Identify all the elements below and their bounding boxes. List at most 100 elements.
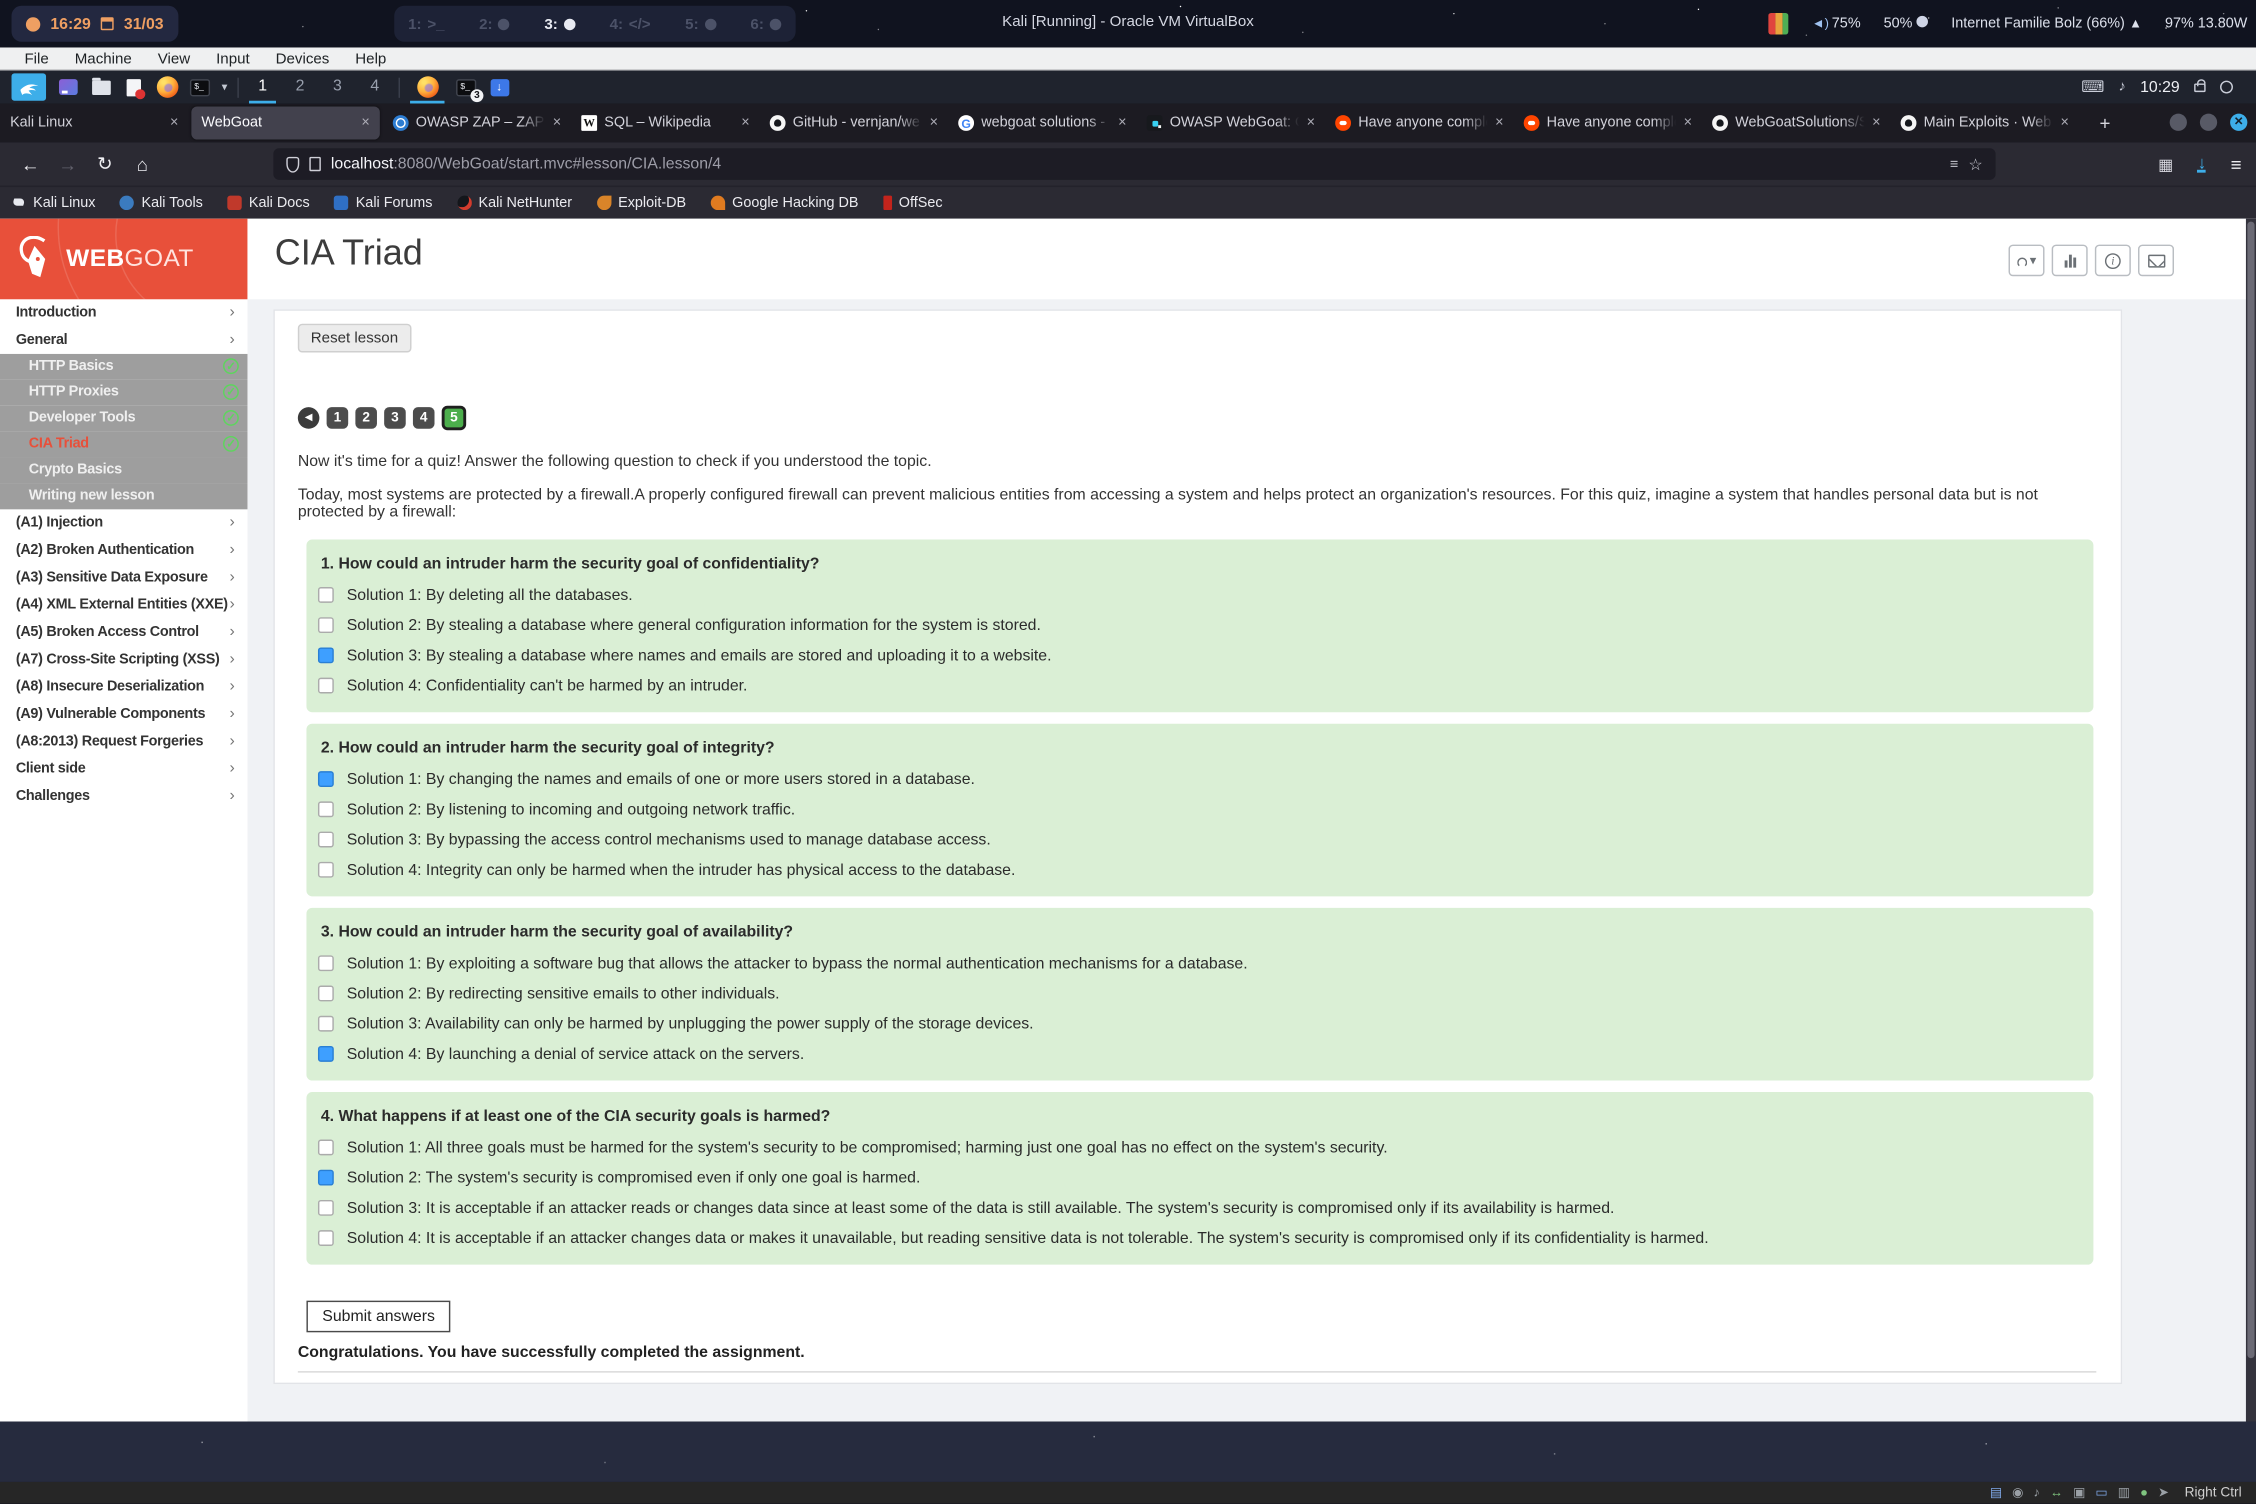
contact-button[interactable]: [2138, 245, 2174, 277]
reset-lesson-button[interactable]: Reset lesson: [298, 324, 411, 353]
answer-option[interactable]: Solution 2: The system's security is com…: [318, 1170, 2079, 1186]
page-scrollbar[interactable]: [2246, 219, 2256, 1422]
browser-tab[interactable]: OWASP WebGoat: G×: [1137, 104, 1325, 143]
sidebar-item-a4-xml-external-entities-xxe[interactable]: (A4) XML External Entities (XXE)›: [0, 591, 247, 618]
url-text[interactable]: localhost:8080/WebGoat/start.mvc#lesson/…: [331, 155, 1940, 172]
network-status[interactable]: Internet Familie Bolz (66%)▲: [1951, 16, 2142, 32]
text-editor-icon[interactable]: [122, 76, 145, 99]
sidebar-item-a7-cross-site-scripting-xss[interactable]: (A7) Cross-Site Scripting (XSS)›: [0, 646, 247, 673]
menu-file[interactable]: File: [12, 50, 62, 67]
sidebar-item-challenges[interactable]: Challenges›: [0, 783, 247, 810]
page-info-icon[interactable]: [309, 157, 321, 171]
answer-option[interactable]: Solution 3: Availability can only be har…: [318, 1016, 2079, 1032]
lesson-page-5[interactable]: 5: [442, 406, 466, 430]
bookmark-kali[interactable]: Kali Linux: [12, 195, 96, 211]
user-menu-button[interactable]: ▾: [2009, 245, 2045, 277]
firefox-running-icon[interactable]: [410, 71, 445, 104]
sidebar-item-http-proxies[interactable]: HTTP Proxies✓: [0, 380, 247, 406]
sidebar-item-a3-sensitive-data-exposure[interactable]: (A3) Sensitive Data Exposure›: [0, 564, 247, 591]
answer-option[interactable]: Solution 1: By deleting all the database…: [318, 587, 2079, 603]
sidebar-item-crypto-basics[interactable]: Crypto Basics: [0, 458, 247, 484]
answer-checkbox[interactable]: [318, 832, 334, 848]
answer-checkbox-checked[interactable]: [318, 771, 334, 787]
tab-close-icon[interactable]: ×: [1495, 115, 1503, 131]
answer-option[interactable]: Solution 4: By launching a denial of ser…: [318, 1046, 2079, 1062]
power-icon[interactable]: [2220, 81, 2233, 94]
answer-checkbox[interactable]: [318, 1200, 334, 1216]
answer-checkbox[interactable]: [318, 801, 334, 817]
scoreboard-button[interactable]: [2052, 245, 2088, 277]
answer-checkbox[interactable]: [318, 617, 334, 633]
bookmark-kalidocs[interactable]: Kali Docs: [227, 195, 309, 211]
sidebar-item-a1-injection[interactable]: (A1) Injection›: [0, 509, 247, 536]
tab-close-icon[interactable]: ×: [553, 115, 561, 131]
answer-option[interactable]: Solution 4: Confidentiality can't be har…: [318, 678, 2079, 694]
tab-close-icon[interactable]: ×: [1118, 115, 1126, 131]
answer-option[interactable]: Solution 1: By exploiting a software bug…: [318, 955, 2079, 971]
sidebar-item-http-basics[interactable]: HTTP Basics✓: [0, 354, 247, 380]
menu-input[interactable]: Input: [203, 50, 263, 67]
audio-icon[interactable]: ♪: [2119, 79, 2126, 95]
sidebar-item-cia-triad[interactable]: CIA Triad✓: [0, 432, 247, 458]
answer-checkbox[interactable]: [318, 955, 334, 971]
terminal-running-icon[interactable]: $_3: [455, 76, 478, 99]
terminal-launcher-icon[interactable]: $_: [188, 76, 211, 99]
answer-option[interactable]: Solution 4: It is acceptable if an attac…: [318, 1230, 2079, 1246]
browser-tab[interactable]: Main Exploits · Web×: [1891, 104, 2079, 143]
previous-page-button[interactable]: ◀: [298, 407, 320, 429]
answer-option[interactable]: Solution 3: By bypassing the access cont…: [318, 832, 2079, 848]
sidebar-item-developer-tools[interactable]: Developer Tools✓: [0, 406, 247, 432]
reader-mode-icon[interactable]: ≡: [1950, 156, 1958, 172]
menu-view[interactable]: View: [145, 50, 203, 67]
answer-option[interactable]: Solution 1: By changing the names and em…: [318, 771, 2079, 787]
shared-folder-icon[interactable]: ▭: [2095, 1482, 2107, 1504]
browser-tab[interactable]: Have anyone comple×: [1325, 104, 1513, 143]
kali-clock[interactable]: 10:29: [2140, 78, 2180, 95]
minimize-button[interactable]: [2170, 114, 2187, 131]
tab-close-icon[interactable]: ×: [1307, 115, 1315, 131]
menu-machine[interactable]: Machine: [62, 50, 145, 67]
bookmark-kalitools[interactable]: Kali Tools: [120, 195, 203, 211]
browser-tab[interactable]: OWASP ZAP – ZAP I×: [383, 104, 571, 143]
kali-workspace-3[interactable]: 3: [324, 71, 351, 104]
lock-icon[interactable]: [2194, 83, 2206, 92]
answer-checkbox[interactable]: [318, 678, 334, 694]
bookmark-ghdb[interactable]: Google Hacking DB: [711, 195, 859, 211]
kali-workspace-4[interactable]: 4: [361, 71, 388, 104]
sidebar-item-a8-insecure-deserialization[interactable]: (A8) Insecure Deserialization›: [0, 673, 247, 700]
color-profile-icon[interactable]: [1769, 13, 1789, 35]
firefox-launcher-icon[interactable]: [155, 76, 178, 99]
network-adapter-icon[interactable]: ↔: [2050, 1482, 2063, 1504]
downloads-folder-icon[interactable]: ↓: [488, 76, 511, 99]
window-switcher-icon[interactable]: [56, 76, 79, 99]
bookmark-exploitdb[interactable]: Exploit-DB: [597, 195, 687, 211]
lesson-page-4[interactable]: 4: [413, 407, 435, 429]
menu-help[interactable]: Help: [342, 50, 399, 67]
file-manager-icon[interactable]: [89, 76, 112, 99]
bookmark-star-icon[interactable]: ☆: [1968, 155, 1982, 174]
submit-answers-button[interactable]: Submit answers: [306, 1301, 450, 1333]
extensions-icon[interactable]: ▦: [2158, 155, 2173, 174]
tracking-shield-icon[interactable]: [286, 156, 299, 172]
answer-option[interactable]: Solution 4: Integrity can only be harmed…: [318, 862, 2079, 878]
sidebar-item-a5-broken-access-control[interactable]: (A5) Broken Access Control›: [0, 619, 247, 646]
display-icon[interactable]: ▥: [2118, 1482, 2130, 1504]
close-button[interactable]: ✕: [2230, 114, 2247, 131]
answer-checkbox[interactable]: [318, 1016, 334, 1032]
browser-tab[interactable]: Have anyone comple×: [1514, 104, 1702, 143]
answer-checkbox-checked[interactable]: [318, 1046, 334, 1062]
volume-status[interactable]: ◄)75%: [1812, 16, 1861, 32]
downloads-icon[interactable]: ↓: [2198, 155, 2207, 172]
lesson-page-2[interactable]: 2: [355, 407, 377, 429]
answer-option[interactable]: Solution 2: By listening to incoming and…: [318, 801, 2079, 817]
optical-drive-icon[interactable]: ◉: [2012, 1482, 2023, 1504]
bookmark-kaliforums[interactable]: Kali Forums: [334, 195, 432, 211]
forward-button[interactable]: →: [49, 153, 86, 175]
about-button[interactable]: i: [2095, 245, 2131, 277]
scrollbar-thumb[interactable]: [2247, 222, 2254, 1359]
kali-workspace-2[interactable]: 2: [286, 71, 313, 104]
home-button[interactable]: ⌂: [124, 153, 161, 175]
answer-option[interactable]: Solution 2: By stealing a database where…: [318, 617, 2079, 633]
keyboard-icon[interactable]: ⌨: [2081, 78, 2104, 97]
answer-checkbox-checked[interactable]: [318, 1170, 334, 1186]
